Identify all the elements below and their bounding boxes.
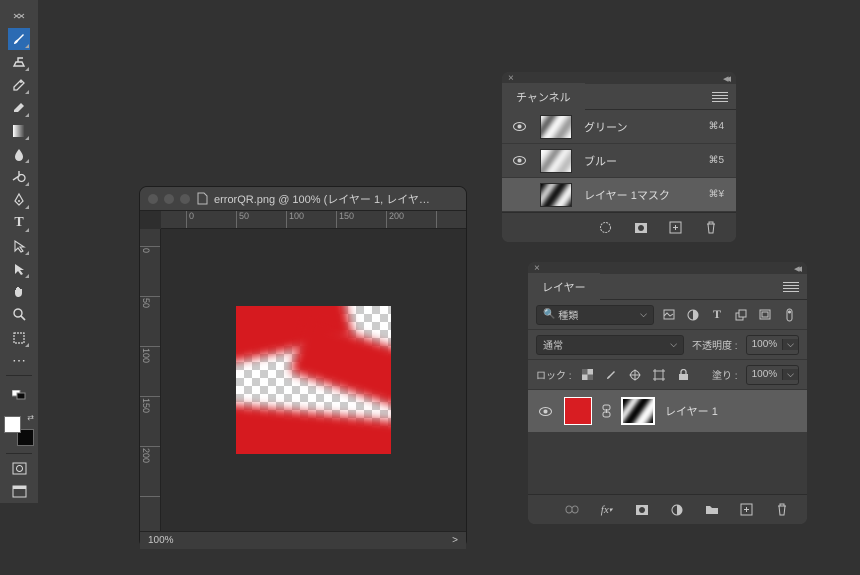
channel-thumbnail [540,149,572,173]
channel-row[interactable]: レイヤー 1マスク ⌘¥ [502,178,736,212]
document-title: errorQR.png @ 100% (レイヤー 1, レイヤ… [214,191,430,207]
panel-menu-button[interactable] [712,89,728,105]
filter-toggle-icon[interactable] [782,308,796,322]
opacity-label: 不透明度 : [692,337,738,352]
mask-thumbnail[interactable] [621,397,655,425]
new-layer-icon[interactable] [739,502,754,517]
document-titlebar[interactable]: errorQR.png @ 100% (レイヤー 1, レイヤ… [140,187,466,211]
delete-layer-icon[interactable] [774,502,789,517]
foreground-color[interactable] [4,416,21,433]
window-zoom-button[interactable] [180,194,190,204]
edit-toolbar[interactable]: ⋯ [8,350,30,372]
visibility-toggle[interactable] [512,155,528,166]
tab-channels[interactable]: チャンネル [502,83,585,111]
lock-label: ロック : [536,367,572,382]
filter-adjust-icon[interactable] [686,308,700,322]
path-select-tool[interactable] [8,235,30,257]
color-swatches[interactable]: ⇄ [4,416,34,446]
direct-select-tool[interactable] [8,258,30,280]
dodge-tool[interactable] [8,166,30,188]
layer-filter-select[interactable]: 🔍 種類⌵ [536,305,654,325]
fill-input[interactable]: 100%⌵ [746,365,799,385]
mask-link-icon[interactable] [602,404,611,418]
marquee-tool[interactable] [8,327,30,349]
layer-fx-icon[interactable]: fx▾ [599,502,614,517]
ruler-vertical[interactable]: 0 50 100 150 200 [140,229,161,531]
opacity-input[interactable]: 100%⌵ [746,335,799,355]
text-tool[interactable]: T [8,212,30,234]
toolbar: T ⋯ ⇄ [0,0,38,503]
new-group-icon[interactable] [704,502,719,517]
lock-all-icon[interactable] [676,367,691,382]
channels-panel: × ◂◂ チャンネル グリーン ⌘4 ブルー ⌘5 レイヤー 1マスク ⌘¥ [502,72,736,242]
lock-position-icon[interactable] [628,367,643,382]
channel-shortcut: ⌘5 [708,155,724,166]
canvas-area[interactable] [161,229,466,531]
blend-mode-select[interactable]: 通常⌵ [536,335,684,355]
filter-shape-icon[interactable] [734,308,748,322]
quick-mask-toggle[interactable] [8,458,30,480]
filter-smart-icon[interactable] [758,308,772,322]
document-status-bar: 100% > [140,531,466,549]
pen-tool[interactable] [8,189,30,211]
panel-collapse-button[interactable]: ◂◂ [794,262,799,275]
ruler-horizontal[interactable]: 0 50 100 150 200 [161,211,466,229]
zoom-tool[interactable] [8,304,30,326]
channel-shortcut: ⌘¥ [708,189,724,200]
file-icon [196,193,208,205]
layer-name[interactable]: レイヤー 1 [665,403,797,419]
channel-thumbnail [540,115,572,139]
hand-tool[interactable] [8,281,30,303]
toolbar-grip[interactable] [8,5,30,27]
layers-panel: × ◂◂ レイヤー 🔍 種類⌵ T 通常⌵ 不透明度 : 100%⌵ ロック : [528,262,807,524]
clone-stamp-tool[interactable] [8,51,30,73]
link-layers-icon[interactable] [564,502,579,517]
window-minimize-button[interactable] [164,194,174,204]
save-selection-icon[interactable] [633,220,648,235]
panel-menu-button[interactable] [783,279,799,295]
lock-image-icon[interactable] [604,367,619,382]
default-colors-icon[interactable] [8,384,30,406]
eraser-tool[interactable] [8,97,30,119]
filter-type-icon[interactable]: T [710,308,724,322]
gradient-tool[interactable] [8,120,30,142]
layer-row[interactable]: レイヤー 1 [528,390,807,432]
layers-empty-area[interactable] [528,432,807,494]
visibility-toggle[interactable] [538,406,554,417]
channel-thumbnail [540,183,572,207]
channel-shortcut: ⌘4 [708,121,724,132]
layer-thumbnail[interactable] [564,397,592,425]
zoom-level[interactable]: 100% [148,535,174,546]
fill-label: 塗り : [712,367,738,382]
swap-colors-icon[interactable]: ⇄ [27,413,34,422]
adjustment-layer-icon[interactable] [669,502,684,517]
channel-name: ブルー [584,153,696,169]
visibility-toggle[interactable] [512,121,528,132]
channel-row[interactable]: グリーン ⌘4 [502,110,736,144]
add-mask-icon[interactable] [634,502,649,517]
healing-brush-tool[interactable] [8,74,30,96]
tab-layers[interactable]: レイヤー [528,273,600,301]
window-close-button[interactable] [148,194,158,204]
canvas[interactable] [236,306,391,454]
lock-artboard-icon[interactable] [652,367,667,382]
load-selection-icon[interactable] [598,220,613,235]
document-window: errorQR.png @ 100% (レイヤー 1, レイヤ… 0 50 10… [139,186,467,548]
status-caret-icon[interactable]: > [452,535,458,546]
filter-pixel-icon[interactable] [662,308,676,322]
delete-channel-icon[interactable] [703,220,718,235]
brush-tool[interactable] [8,28,30,50]
channel-name: レイヤー 1マスク [584,187,696,203]
channel-name: グリーン [584,119,696,135]
blur-tool[interactable] [8,143,30,165]
lock-transparency-icon[interactable] [580,367,595,382]
screen-mode-toggle[interactable] [8,481,30,503]
new-channel-icon[interactable] [668,220,683,235]
channel-row[interactable]: ブルー ⌘5 [502,144,736,178]
panel-collapse-button[interactable]: ◂◂ [723,72,728,85]
